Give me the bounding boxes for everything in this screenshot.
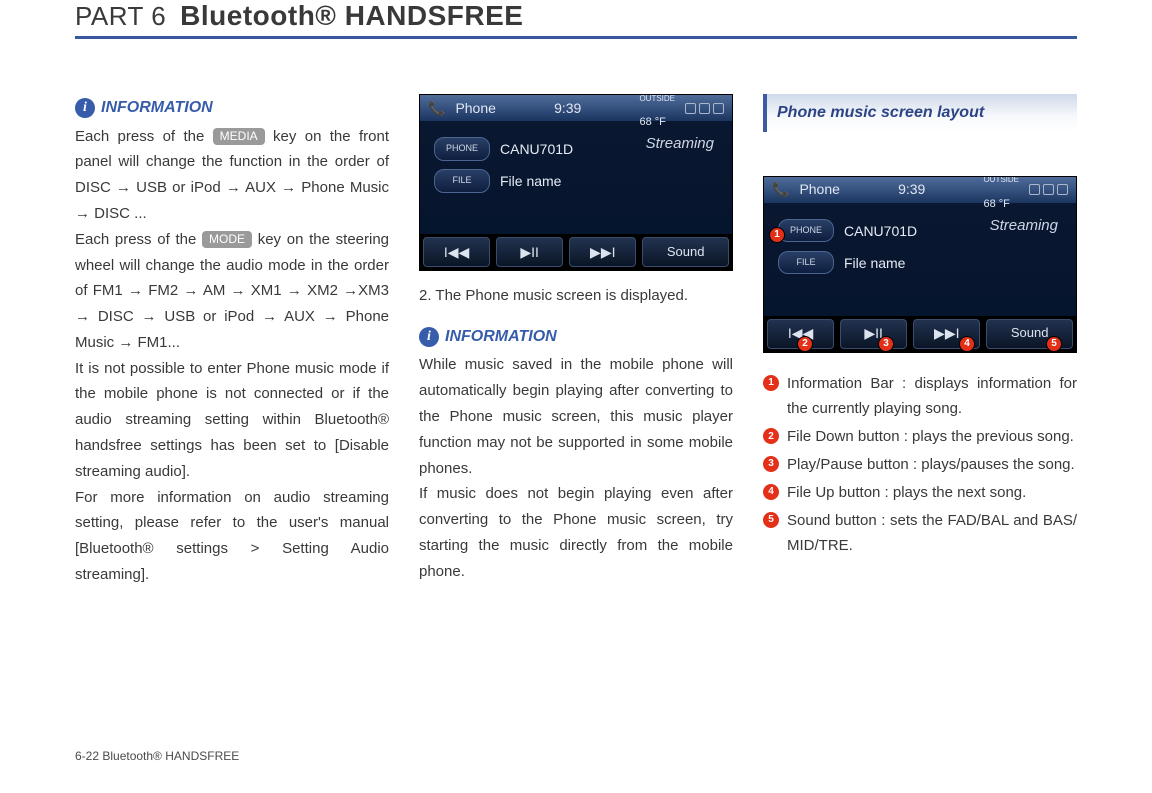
status-icons: [685, 103, 724, 114]
text: key on the steering wheel will change th…: [75, 231, 389, 351]
status-time: 9:39: [554, 96, 581, 120]
next-button: ▶▶I: [569, 237, 636, 267]
text: Each press of the: [75, 231, 202, 248]
text: Each press of the: [75, 128, 213, 145]
status-time: 9:39: [898, 177, 925, 201]
part-title: Bluetooth® HANDSFREE: [180, 0, 523, 32]
streaming-label: Streaming: [990, 213, 1058, 239]
info-header: INFORMATION: [75, 94, 389, 122]
row-file: FILE File name: [434, 169, 732, 193]
column-3: Phone music screen layout 📞 Phone 9:39 O…: [763, 94, 1077, 588]
prev-button: I◀◀: [423, 237, 490, 267]
status-bar: 📞 Phone 9:39 OUTSIDE 68 °F: [764, 177, 1076, 203]
col1-para2: Each press of the MODE key on the steeri…: [75, 227, 389, 356]
row-file: FILE File name: [778, 251, 1076, 275]
tag-file: FILE: [778, 251, 834, 274]
val-file: File name: [844, 251, 905, 275]
val-phone: CANU701D: [844, 219, 917, 243]
list-item: 1 Information Bar : displays information…: [763, 371, 1077, 423]
phone-icon: 📞: [428, 96, 445, 120]
tag-phone: PHONE: [434, 137, 490, 160]
page: PART 6 Bluetooth® HANDSFREE INFORMATION …: [0, 0, 1152, 793]
part-label: PART 6: [75, 1, 166, 32]
col1-para3: It is not possible to enter Phone music …: [75, 356, 389, 485]
col1-para1: Each press of the MEDIA key on the front…: [75, 124, 389, 227]
screenshot-body: Streaming PHONE CANU701D FILE File name: [420, 121, 732, 234]
section-title: Phone music screen layout: [763, 94, 1077, 132]
bottom-bar: I◀◀ ▶II ▶▶I Sound: [420, 234, 732, 270]
screenshot-body: Streaming PHONE CANU701D FILE File name: [764, 203, 1076, 316]
val-file: File name: [500, 169, 561, 193]
info-label: INFORMATION: [101, 94, 213, 122]
status-icons: [1029, 184, 1068, 195]
num-badge: 1: [763, 375, 779, 391]
list-text: File Down button : plays the previous so…: [787, 424, 1074, 450]
val-phone: CANU701D: [500, 137, 573, 161]
num-badge: 4: [763, 484, 779, 500]
list-text: Play/Pause button : plays/pauses the son…: [787, 452, 1075, 478]
mode-key: MODE: [202, 231, 252, 248]
list-item: 4 File Up button : plays the next song.: [763, 480, 1077, 506]
info-label: INFORMATION: [445, 323, 557, 351]
layout-list: 1 Information Bar : displays information…: [763, 371, 1077, 560]
list-text: Sound button : sets the FAD/BAL and BAS/…: [787, 508, 1077, 560]
num-badge: 2: [763, 428, 779, 444]
page-footer: 6-22 Bluetooth® HANDSFREE: [75, 749, 239, 763]
info-header: INFORMATION: [419, 323, 733, 351]
screenshot-layout: 📞 Phone 9:39 OUTSIDE 68 °F Streaming: [763, 176, 1077, 353]
tag-phone: PHONE: [778, 219, 834, 242]
badge-3: 3: [878, 336, 894, 352]
phone-icon: 📞: [772, 177, 789, 201]
play-pause-button: ▶II: [840, 319, 907, 349]
sound-button: Sound: [642, 237, 729, 267]
media-key: MEDIA: [213, 128, 265, 145]
screenshot-phone-music: 📞 Phone 9:39 OUTSIDE 68 °F Streaming: [419, 94, 733, 271]
play-pause-button: ▶II: [496, 237, 563, 267]
info-icon: [75, 98, 95, 118]
list-text: Information Bar : displays information f…: [787, 371, 1077, 423]
list-item: 5 Sound button : sets the FAD/BAL and BA…: [763, 508, 1077, 560]
num-badge: 3: [763, 456, 779, 472]
tag-file: FILE: [434, 169, 490, 192]
list-item: 2 File Down button : plays the previous …: [763, 424, 1077, 450]
list-item: 3 Play/Pause button : plays/pauses the s…: [763, 452, 1077, 478]
status-title: Phone: [799, 177, 839, 201]
col2-para1: While music saved in the mobile phone wi…: [419, 352, 733, 481]
badge-2: 2: [797, 336, 813, 352]
badge-1: 1: [769, 227, 785, 243]
page-header: PART 6 Bluetooth® HANDSFREE: [75, 0, 1077, 32]
outside-label: OUTSIDE: [983, 176, 1019, 185]
status-title: Phone: [455, 96, 495, 120]
screenshot-caption: 2. The Phone music screen is displayed.: [419, 283, 733, 309]
info-icon: [419, 327, 439, 347]
num-badge: 5: [763, 512, 779, 528]
column-1: INFORMATION Each press of the MEDIA key …: [75, 94, 389, 588]
badge-4: 4: [959, 336, 975, 352]
list-text: File Up button : plays the next song.: [787, 480, 1026, 506]
columns: INFORMATION Each press of the MEDIA key …: [75, 94, 1077, 588]
badge-5: 5: [1046, 336, 1062, 352]
outside-label: OUTSIDE: [639, 94, 675, 103]
col2-para2: If music does not begin playing even aft…: [419, 481, 733, 584]
header-rule: [75, 36, 1077, 39]
status-bar: 📞 Phone 9:39 OUTSIDE 68 °F: [420, 95, 732, 121]
column-2: 📞 Phone 9:39 OUTSIDE 68 °F Streaming: [419, 94, 733, 588]
streaming-label: Streaming: [646, 131, 714, 157]
col1-para4: For more information on audio streaming …: [75, 485, 389, 588]
